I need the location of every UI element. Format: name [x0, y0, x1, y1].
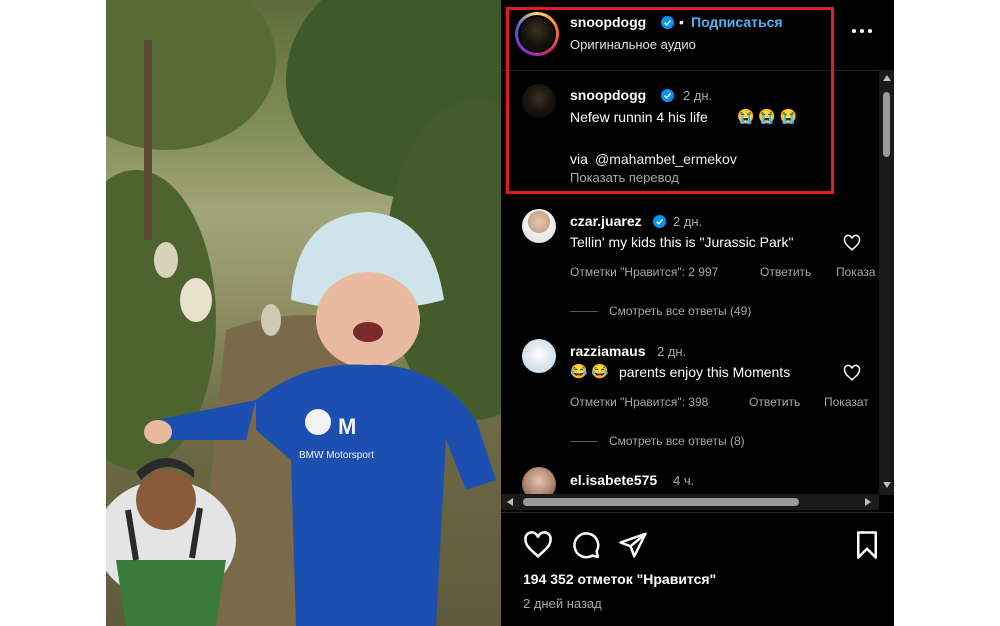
video-frame-illustration: M BMW Motorsport	[106, 0, 501, 626]
like-comment-heart-icon[interactable]	[843, 364, 861, 382]
scroll-right-arrow-icon[interactable]	[865, 498, 871, 506]
comment-author[interactable]: el.isabete575	[570, 472, 657, 488]
translate-link[interactable]: Показа	[836, 265, 876, 279]
shirt-logo: M	[338, 414, 356, 439]
comment-emojis: 😂 😂	[570, 363, 609, 379]
reply-button[interactable]: Ответить	[760, 265, 811, 279]
comment-likes[interactable]: Отметки "Нравится": 2 997	[570, 265, 718, 279]
comment-item: el.isabete575 4 ч.	[501, 463, 894, 495]
comment-author[interactable]: czar.juarez	[570, 213, 642, 229]
reply-button[interactable]: Ответить	[749, 395, 800, 409]
comment-avatar[interactable]	[522, 209, 556, 243]
vertical-scroll-thumb[interactable]	[883, 92, 890, 157]
comment-item: razziamaus 2 дн. 😂 😂 parents enjoy this …	[501, 335, 894, 455]
heart-icon[interactable]	[523, 530, 553, 560]
post-video[interactable]: M BMW Motorsport	[106, 0, 501, 626]
comment-item: czar.juarez 2 дн. Tellin' my kids this i…	[501, 205, 894, 325]
comment-time[interactable]: 2 дн.	[657, 344, 686, 359]
post-actions: 194 352 отметок "Нравится" 2 дней назад	[501, 512, 894, 626]
share-icon[interactable]	[618, 530, 648, 560]
verified-badge-icon	[653, 215, 666, 228]
comment-time[interactable]: 2 дн.	[673, 214, 702, 229]
view-replies-button[interactable]: Смотреть все ответы (8)	[609, 434, 745, 448]
scroll-up-arrow-icon[interactable]	[883, 75, 891, 81]
scroll-down-arrow-icon[interactable]	[883, 482, 891, 488]
likes-count[interactable]: 194 352 отметок "Нравится"	[523, 571, 716, 587]
highlight-box	[506, 7, 834, 194]
comment-time[interactable]: 4 ч.	[673, 473, 694, 488]
replies-divider	[570, 441, 598, 442]
post-date[interactable]: 2 дней назад	[523, 596, 602, 611]
vertical-scrollbar[interactable]	[879, 70, 894, 495]
translate-link[interactable]: Показат	[824, 395, 869, 409]
horizontal-scroll-thumb[interactable]	[523, 498, 799, 506]
scroll-left-arrow-icon[interactable]	[507, 498, 513, 506]
comment-avatar[interactable]	[522, 339, 556, 373]
horizontal-scrollbar[interactable]	[501, 494, 879, 510]
view-replies-button[interactable]: Смотреть все ответы (49)	[609, 304, 751, 318]
comment-icon[interactable]	[571, 530, 601, 560]
more-horizontal-icon[interactable]	[851, 26, 873, 36]
comment-likes[interactable]: Отметки "Нравится": 398	[570, 395, 708, 409]
instagram-post-modal: M BMW Motorsport snoopdogg • Подписаться	[106, 0, 894, 626]
replies-divider	[570, 311, 598, 312]
comment-avatar[interactable]	[522, 467, 556, 495]
bookmark-icon[interactable]	[852, 530, 882, 560]
comment-text: Tellin' my kids this is "Jurassic Park"	[570, 234, 794, 250]
comment-author[interactable]: razziamaus	[570, 343, 645, 359]
shirt-text: BMW Motorsport	[299, 450, 374, 461]
like-comment-heart-icon[interactable]	[843, 234, 861, 252]
comment-text: parents enjoy this Moments	[619, 364, 791, 380]
